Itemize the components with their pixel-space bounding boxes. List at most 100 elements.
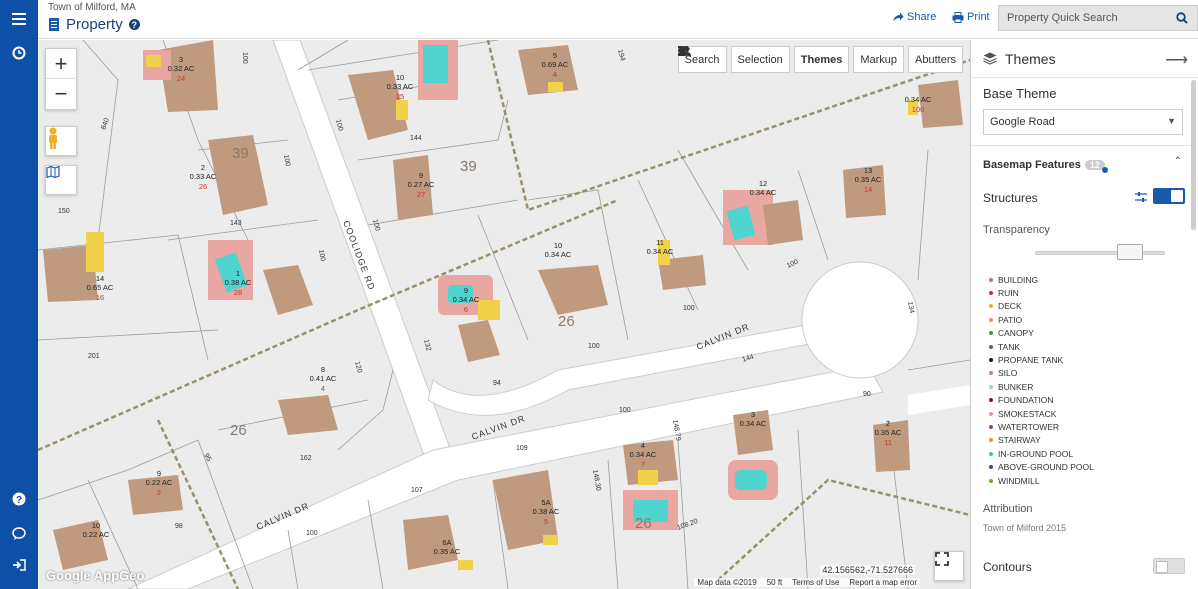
legend-label: TANK [998,341,1021,352]
quick-search-button[interactable] [1169,6,1195,30]
structures-toggle[interactable] [1153,188,1185,204]
legend-item: PROPANE TANK [989,353,1094,366]
fullscreen-icon [935,552,949,566]
parcel-acreage: 0.27 AC [408,180,435,189]
panel-collapse-arrow-icon[interactable]: ⟶ [1165,50,1188,70]
parcel-number: 11 [656,238,664,247]
legend-label: PROPANE TANK [998,355,1064,366]
parcel-acreage: 0.34 AC [545,250,572,259]
print-button[interactable]: Print [952,11,990,23]
parcel-id: 100 [912,105,925,114]
parcel-acreage: 0.33 AC [387,82,414,91]
map-toolbar: Search Selection Themes Markup Abutters [677,46,963,73]
legend-label: WATERTOWER [998,421,1060,432]
badge-dot [1101,167,1108,173]
parcel-id: 2 [157,488,161,497]
street-view-pegman[interactable] [45,126,77,156]
legend-swatch [989,291,993,296]
zoom-in-button[interactable]: + [46,49,76,79]
menu-icon[interactable] [6,6,32,32]
legend-swatch [989,304,993,309]
legend-swatch [989,465,993,470]
legend-item: ABOVE-GROUND POOL [989,460,1094,473]
block-label: 26 [558,313,575,330]
features-count: 12 [1089,160,1100,170]
history-icon[interactable] [6,40,32,66]
parcel-number: 9 [419,171,423,180]
basemap-features-header[interactable]: Basemap Features 12 [983,159,1108,173]
parcel-number: 2 [201,163,205,172]
legend-swatch [989,317,993,322]
themes-panel: Themes ⟶ Base Theme Google Road ▼ Basema… [970,40,1198,589]
contours-label: Contours [983,560,1032,574]
parcel-label[interactable]: 120.34 AC [750,179,777,197]
legend-item: TANK [989,340,1094,353]
chevron-up-icon[interactable]: ⌃ [1174,156,1182,167]
parcel-label[interactable]: 80.41 AC4 [310,365,337,393]
zoom-out-button[interactable]: − [46,79,76,109]
legend-swatch [989,358,993,363]
panel-scrollbar[interactable] [1191,80,1196,230]
transparency-slider-track[interactable] [1035,251,1165,255]
legend-item: BUILDING [989,273,1094,286]
transparency-slider-thumb[interactable] [1117,244,1143,260]
google-logo: Google AppGeo [46,568,145,583]
terms-link[interactable]: Terms of Use [792,578,839,587]
lot-dimension: 95 [202,453,212,463]
tool-markup-label: Markup [860,53,898,66]
sign-in-icon[interactable] [6,552,32,578]
parcel-acreage: 0.32 AC [168,64,195,73]
legend-swatch [989,438,993,443]
quick-search-box [998,5,1198,31]
legend-swatch [989,451,993,456]
tool-markup-button[interactable]: Markup [678,46,905,73]
parcel-id: 5 [544,517,548,526]
parcel-label[interactable]: 100.34 AC [545,241,572,259]
tool-themes-button[interactable]: Themes [677,46,850,73]
base-theme-select[interactable]: Google Road ▼ [983,109,1183,135]
parcel-acreage: 0.65 AC [87,283,114,292]
help-icon[interactable]: ? [6,486,32,512]
tool-selection-button[interactable]: Selection [677,46,790,73]
panel-header: Themes ⟶ [971,40,1198,78]
tool-abutters-label: Abutters [915,53,956,66]
chat-icon[interactable] [6,520,32,546]
legend-item: SMOKESTACK [989,407,1094,420]
title-help-icon[interactable]: ? [128,19,140,30]
map-type-button[interactable] [45,165,77,195]
lot-dimension: 132 [422,339,432,352]
parcel-number: 3 [179,55,183,64]
toggle-knob [1171,190,1183,202]
tool-themes-label: Themes [800,53,843,66]
lot-dimension: 120 [353,361,363,374]
parcel-id: 14 [864,185,872,194]
zoom-control: + − [45,48,77,110]
parcel-number: 10 [92,521,100,530]
parcel-acreage: 0.22 AC [146,478,173,487]
block-label: 26 [648,517,665,534]
parcel-number: 10 [396,73,404,82]
lot-dimension: 108.20 [676,518,699,532]
parcel-acreage: 0.34 AC [750,188,777,197]
legend-swatch [989,411,993,416]
sliders-icon[interactable] [1135,191,1147,203]
tool-abutters-button[interactable]: Abutters [677,46,963,73]
parcel-number: 5 [553,51,557,60]
fullscreen-button[interactable] [934,551,964,581]
lot-dimension: 100 [317,249,326,262]
pegman-icon [49,127,57,149]
legend-item: STAIRWAY [989,434,1094,447]
lot-dimension: 148.30 [591,469,602,491]
parcel-id: 6 [464,305,468,314]
lot-dimension: 144 [410,135,422,142]
report-error-link[interactable]: Report a map error [849,578,917,587]
parcel-acreage: 0.69 AC [542,60,569,69]
parcel-label[interactable]: 20.33 AC26 [190,163,217,191]
quick-search-input[interactable] [999,6,1169,30]
share-button[interactable]: Share [892,11,936,23]
contours-toggle[interactable] [1153,558,1185,574]
legend-item: RUIN [989,286,1094,299]
legend-swatch [989,331,993,336]
cursor-coordinates: 42.156562,-71.527666 [820,565,915,575]
map-canvas[interactable]: COOLIDGE RD CALVIN DR CALVIN DR CALVIN D… [38,40,970,589]
